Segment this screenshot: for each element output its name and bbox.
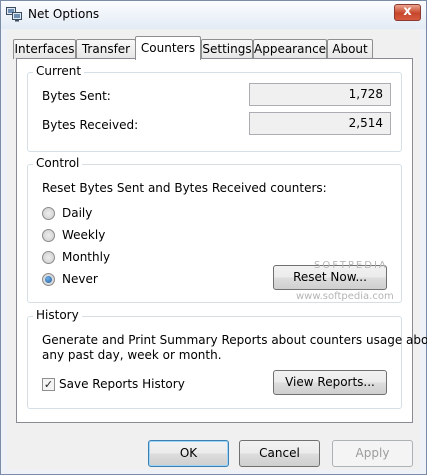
cancel-button[interactable]: Cancel: [239, 440, 320, 467]
current-group: Current Bytes Sent: 1,728 Bytes Received…: [27, 64, 402, 152]
control-group-title: Control: [33, 156, 83, 170]
net-options-window: Net Options x Interfaces Transfer Counte…: [0, 0, 427, 475]
close-button[interactable]: x: [394, 4, 421, 21]
checkmark-icon: ✓: [43, 378, 54, 391]
bytes-received-label: Bytes Received:: [42, 118, 139, 132]
watermark-url: www.softpedia.com: [296, 291, 394, 302]
radio-monthly-label[interactable]: Monthly: [62, 250, 110, 264]
window-title: Net Options: [28, 7, 100, 21]
control-group: Control Reset Bytes Sent and Bytes Recei…: [27, 156, 402, 303]
radio-never-label[interactable]: Never: [62, 272, 98, 286]
view-reports-button[interactable]: View Reports...: [273, 370, 387, 395]
history-group-title: History: [33, 308, 82, 322]
tab-counters[interactable]: Counters: [135, 36, 201, 60]
radio-weekly[interactable]: [42, 229, 55, 242]
tab-settings[interactable]: Settings: [201, 39, 253, 59]
tab-appearance[interactable]: Appearance: [253, 39, 327, 59]
save-reports-checkbox[interactable]: ✓: [42, 378, 55, 391]
radio-daily-label[interactable]: Daily: [62, 206, 92, 220]
apply-button[interactable]: Apply: [332, 440, 413, 467]
reset-description: Reset Bytes Sent and Bytes Received coun…: [42, 181, 327, 195]
counters-tab-panel: Current Bytes Sent: 1,728 Bytes Received…: [16, 58, 427, 423]
watermark-brand: SOFTPEDIA: [314, 260, 388, 271]
radio-weekly-label[interactable]: Weekly: [62, 228, 105, 242]
dialog-client-area: Interfaces Transfer Counters Settings Ap…: [7, 29, 427, 470]
radio-monthly[interactable]: [42, 251, 55, 264]
close-icon: x: [403, 4, 412, 19]
history-description-line1: Generate and Print Summary Reports about…: [42, 333, 427, 347]
bytes-received-value: 2,514: [249, 112, 391, 135]
radio-daily[interactable]: [42, 207, 55, 220]
network-computer-icon: [6, 7, 22, 22]
current-group-title: Current: [33, 64, 85, 78]
tab-interfaces[interactable]: Interfaces: [13, 39, 76, 59]
radio-never[interactable]: [42, 273, 55, 286]
tab-transfer[interactable]: Transfer: [76, 39, 136, 59]
bytes-sent-value: 1,728: [249, 83, 391, 106]
history-group: History Generate and Print Summary Repor…: [27, 308, 427, 409]
title-bar[interactable]: Net Options x: [1, 1, 426, 29]
save-reports-label[interactable]: Save Reports History: [59, 377, 185, 391]
bytes-sent-label: Bytes Sent:: [42, 89, 111, 103]
tab-about[interactable]: About: [327, 39, 373, 59]
ok-button[interactable]: OK: [148, 440, 229, 467]
history-description-line2: any past day, week or month.: [42, 348, 222, 362]
